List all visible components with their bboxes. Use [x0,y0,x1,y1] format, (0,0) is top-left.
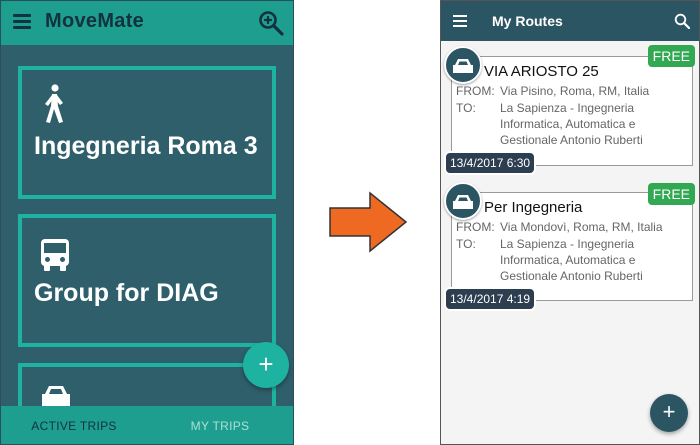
trip-card-group-for-diag[interactable]: Group for DIAG [18,214,276,347]
app-bar: MoveMate [1,1,293,45]
add-trip-button[interactable]: + [243,342,289,388]
car-avatar [444,46,482,84]
route-datetime: 13/4/2017 6:30 [444,151,537,175]
movemate-screen: MoveMate Ingegneria Roma 3 Group for DIA… [0,0,294,445]
route-datetime: 13/4/2017 4:19 [444,287,537,311]
to-label: TO: [456,237,476,251]
bus-icon [41,239,69,271]
trip-card-label: Group for DIAG [34,279,219,307]
tab-active-trips[interactable]: ACTIVE TRIPS [1,406,147,444]
page-title: My Routes [492,13,563,29]
car-icon [453,59,473,73]
route-title: Per Ingegneria [484,199,583,216]
right-arrow-icon [329,191,408,253]
route-to: La Sapienza - Ingegneria Informatica, Au… [500,101,643,147]
zoom-in-icon[interactable] [258,10,284,36]
my-routes-screen: My Routes VIA ARIOSTO 25 FROM: Via Pisin… [440,0,700,445]
route-title: VIA ARIOSTO 25 [484,63,599,80]
menu-icon[interactable] [453,15,467,30]
route-card[interactable]: VIA ARIOSTO 25 FROM: Via Pisino, Roma, R… [451,56,693,166]
car-icon [453,195,473,209]
add-route-button[interactable]: + [650,394,688,432]
trip-card-ingegneria-roma-3[interactable]: Ingegneria Roma 3 [18,66,276,199]
search-icon[interactable] [674,13,690,29]
free-badge: FREE [647,45,695,67]
bottom-navigation: ACTIVE TRIPS MY TRIPS [1,406,293,444]
add-icon: + [662,399,676,424]
tab-my-trips[interactable]: MY TRIPS [147,406,293,444]
app-title: MoveMate [45,10,145,32]
car-avatar [444,182,482,220]
free-badge: FREE [647,183,695,205]
car-icon [42,386,70,406]
route-from: Via Mondovì, Roma, RM, Italia [500,220,663,234]
add-icon: + [258,349,274,379]
app-bar: My Routes [441,1,699,41]
trip-card-label: Ingegneria Roma 3 [34,132,258,160]
route-to: La Sapienza - Ingegneria Informatica, Au… [500,237,643,283]
menu-icon[interactable] [13,14,31,32]
route-from: Via Pisino, Roma, RM, Italia [500,84,650,98]
to-label: TO: [456,101,476,115]
route-card[interactable]: Per Ingegneria FROM: Via Mondovì, Roma, … [451,192,693,301]
walking-person-icon [45,84,63,123]
